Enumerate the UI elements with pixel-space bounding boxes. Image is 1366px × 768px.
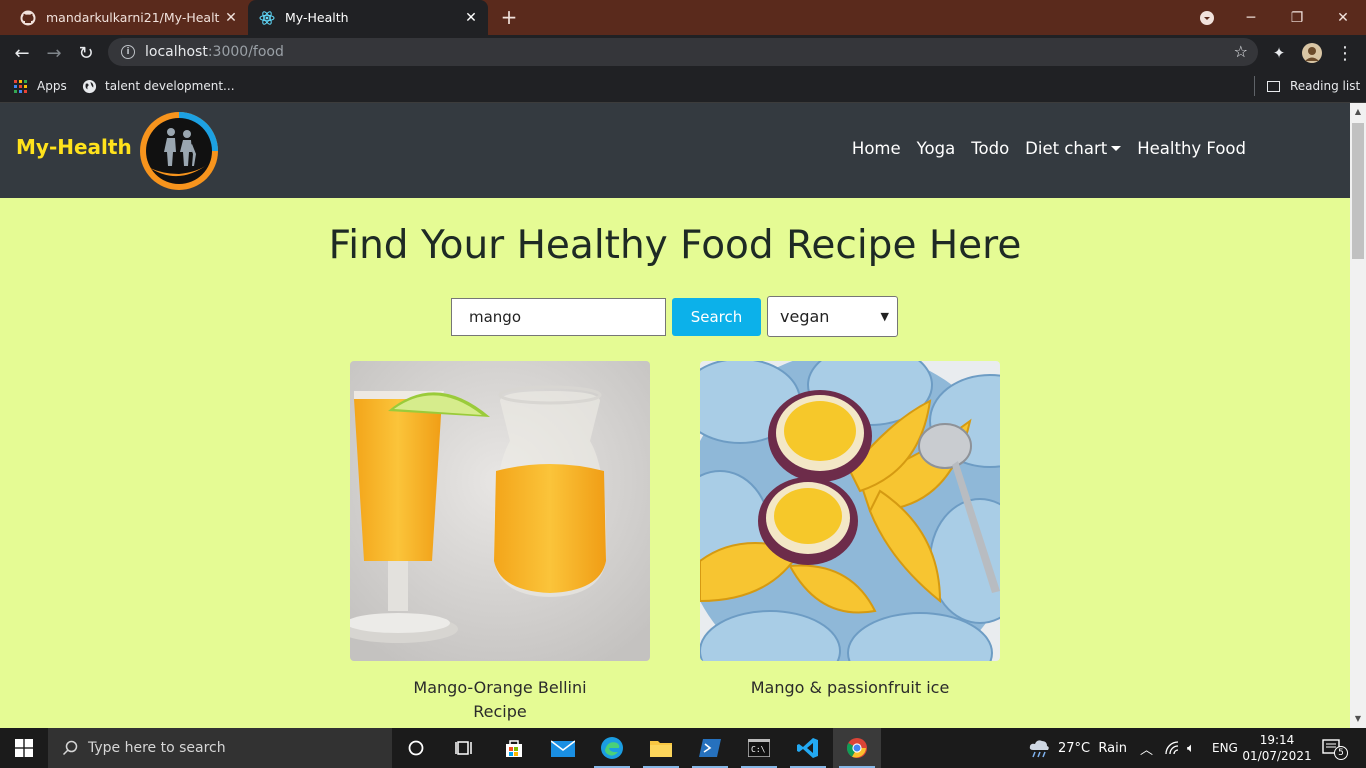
recipe-image-mango-ice[interactable] <box>700 361 1000 661</box>
mail-icon[interactable] <box>539 728 587 768</box>
tab-search-icon[interactable] <box>1184 0 1230 35</box>
svg-text:C:\: C:\ <box>751 745 766 754</box>
taskbar-search-box[interactable]: Type here to search <box>48 728 392 768</box>
diet-filter-value: vegan <box>780 307 830 326</box>
bookmark-label: talent development... <box>105 79 235 93</box>
scroll-down-icon[interactable]: ▼ <box>1350 712 1366 726</box>
file-explorer-icon[interactable] <box>637 728 685 768</box>
back-icon[interactable]: ← <box>9 40 35 66</box>
github-icon <box>20 10 36 26</box>
avatar[interactable] <box>1299 40 1325 66</box>
taskbar-search-placeholder: Type here to search <box>88 740 226 756</box>
url-path: :3000/food <box>207 44 284 60</box>
minimize-icon[interactable]: ─ <box>1228 0 1274 35</box>
clock-date: 01/07/2021 <box>1242 749 1312 763</box>
windows-start-icon[interactable] <box>0 728 48 768</box>
forward-icon[interactable]: → <box>41 40 67 66</box>
language-indicator[interactable]: ENG <box>1212 728 1238 768</box>
diet-filter-select[interactable]: vegan ▼ <box>767 296 898 337</box>
close-tab-icon[interactable]: ✕ <box>460 10 482 26</box>
terminal-icon[interactable]: C:\ <box>735 728 783 768</box>
close-tab-icon[interactable]: ✕ <box>220 10 242 26</box>
nav-todo[interactable]: Todo <box>971 139 1009 158</box>
tray-overflow-icon[interactable]: ︿ <box>1140 728 1153 768</box>
reading-list-icon <box>1267 80 1280 92</box>
recipe-search-input[interactable]: mango <box>451 298 666 336</box>
volume-icon[interactable]: 🔈︎ <box>1187 728 1195 768</box>
browser-menu-icon[interactable]: ⋮ <box>1332 40 1358 66</box>
windows-taskbar: Type here to search C:\ 27°C Rain ︿ 🔈︎ E… <box>0 728 1366 768</box>
tab-my-health[interactable]: My-Health ✕ <box>248 0 488 35</box>
nav-healthy-food[interactable]: Healthy Food <box>1137 139 1246 158</box>
scrollbar-thumb[interactable] <box>1352 123 1364 259</box>
nav-diet-chart-dropdown[interactable]: Diet chart <box>1025 139 1121 158</box>
bookmark-star-icon[interactable]: ☆ <box>1234 42 1248 61</box>
notifications-icon[interactable]: 5 <box>1322 728 1348 768</box>
cortana-icon[interactable] <box>392 728 440 768</box>
browser-tabstrip: mandarkulkarni21/My-Health: W ✕ My-Healt… <box>0 0 1366 35</box>
page-viewport: My-Health Home Yoga Todo Diet chart Heal… <box>0 103 1350 728</box>
bookmark-divider <box>1254 76 1255 96</box>
clock[interactable]: 19:14 01/07/2021 <box>1242 728 1311 768</box>
page-title: Find Your Healthy Food Recipe Here <box>328 223 1022 268</box>
site-info-icon[interactable]: i <box>121 45 135 59</box>
recipe-title[interactable]: Mango & passionfruit ice <box>700 676 1000 700</box>
brand-title[interactable]: My-Health <box>16 135 132 159</box>
recipe-card[interactable]: Mango & passionfruit ice <box>700 361 1000 700</box>
app-navbar: My-Health Home Yoga Todo Diet chart Heal… <box>0 103 1350 198</box>
tab-title: My-Health <box>285 10 349 25</box>
reading-list-label: Reading list <box>1290 79 1361 93</box>
url-host: localhost <box>145 44 208 60</box>
search-icon <box>62 740 78 756</box>
bookmark-talent[interactable]: talent development... <box>82 76 235 96</box>
network-icon[interactable] <box>1165 728 1179 768</box>
clock-time: 19:14 <box>1259 733 1295 747</box>
main-nav: Home Yoga Todo Diet chart Healthy Food <box>852 139 1246 158</box>
vscode-icon[interactable] <box>784 728 832 768</box>
rain-cloud-icon <box>1028 738 1050 758</box>
edge-icon[interactable] <box>588 728 636 768</box>
recipe-card[interactable]: Mango-Orange Bellini Recipe <box>350 361 650 724</box>
new-tab-icon[interactable]: + <box>498 6 520 28</box>
notification-count: 5 <box>1334 746 1348 760</box>
weather-widget[interactable]: 27°C Rain <box>1028 728 1127 768</box>
scroll-up-icon[interactable]: ▲ <box>1350 105 1366 119</box>
nav-yoga[interactable]: Yoga <box>917 139 956 158</box>
tab-title: mandarkulkarni21/My-Health: W <box>46 10 220 25</box>
address-bar[interactable]: i localhost:3000/food ☆ <box>108 38 1258 66</box>
page-scrollbar[interactable]: ▲ ▼ <box>1350 103 1366 728</box>
health-logo <box>138 110 220 192</box>
bookmark-label: Apps <box>37 79 67 93</box>
recipe-image-bellini[interactable] <box>350 361 650 661</box>
store-icon[interactable] <box>490 728 538 768</box>
bookmark-apps[interactable]: Apps <box>14 76 67 96</box>
weather-text: 27°C Rain <box>1058 740 1127 756</box>
chrome-icon[interactable] <box>833 728 881 768</box>
globe-icon <box>82 79 97 94</box>
powershell-icon[interactable] <box>686 728 734 768</box>
bookmarks-bar: Apps talent development... Reading list <box>0 70 1366 103</box>
recipe-title[interactable]: Mango-Orange Bellini Recipe <box>350 676 650 724</box>
extensions-icon[interactable]: ✦ <box>1266 40 1292 66</box>
chevron-down-icon: ▼ <box>880 310 889 323</box>
search-button[interactable]: Search <box>672 298 761 336</box>
apps-grid-icon <box>14 79 27 93</box>
close-window-icon[interactable]: ✕ <box>1320 0 1366 35</box>
nav-diet-chart-label: Diet chart <box>1025 139 1108 158</box>
restore-icon[interactable]: ❐ <box>1274 0 1320 35</box>
react-icon <box>259 10 275 26</box>
reading-list[interactable]: Reading list <box>1267 76 1360 96</box>
task-view-icon[interactable] <box>440 728 488 768</box>
nav-home[interactable]: Home <box>852 139 901 158</box>
tab-github[interactable]: mandarkulkarni21/My-Health: W ✕ <box>0 0 248 35</box>
reload-icon[interactable]: ↻ <box>73 40 99 66</box>
